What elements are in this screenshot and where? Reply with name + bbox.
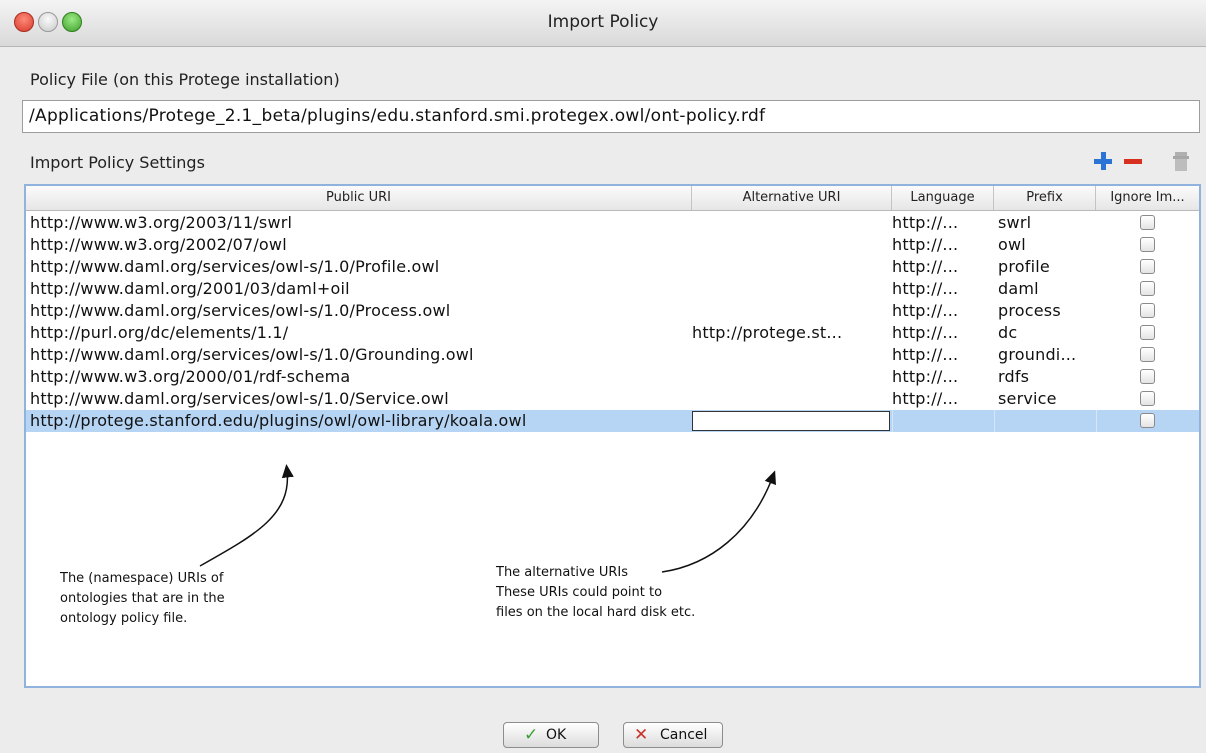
public-uri-annotation: The (namespace) URIs of ontologies that … <box>60 569 225 629</box>
ok-button-label: OK <box>546 727 567 743</box>
annotation-line: The alternative URIs <box>496 565 628 580</box>
annotation-line: ontology policy file. <box>60 611 188 626</box>
cancel-button[interactable]: ✕ Cancel <box>623 722 723 748</box>
checkmark-icon: ✓ <box>524 725 539 745</box>
annotation-line: files on the local hard disk etc. <box>496 605 696 620</box>
annotation-arrows <box>199 464 776 573</box>
ok-button[interactable]: ✓ OK <box>503 722 599 748</box>
arrow-to-public-uri <box>199 464 294 567</box>
annotation-line: These URIs could point to <box>496 585 663 600</box>
arrow-to-alternative-uri <box>661 470 776 573</box>
annotation-line: ontologies that are in the <box>60 591 225 606</box>
annotation-line: The (namespace) URIs of <box>60 571 224 586</box>
cancel-x-icon: ✕ <box>634 725 649 745</box>
cancel-button-label: Cancel <box>660 727 708 743</box>
alternative-uri-annotation: The alternative URIs These URIs could po… <box>496 563 695 623</box>
